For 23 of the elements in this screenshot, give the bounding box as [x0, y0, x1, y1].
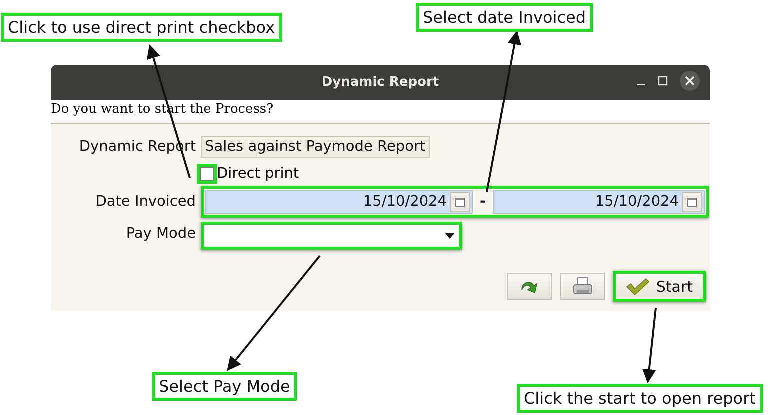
callout-label: Click to use direct print checkbox: [1, 13, 282, 42]
calendar-icon[interactable]: [687, 198, 697, 206]
callout-label: Click the start to open report: [517, 384, 763, 413]
start-button[interactable]: Start: [613, 271, 706, 302]
direct-print-checkbox[interactable]: [200, 167, 214, 181]
checkmark-icon: [626, 278, 650, 296]
date-from-field[interactable]: 15/10/2024: [205, 190, 473, 214]
field-label: Date Invoiced: [94, 194, 196, 210]
printer-icon: [572, 276, 594, 296]
callout-label: Select Pay Mode: [152, 372, 298, 401]
window-title: Dynamic Report: [322, 75, 440, 90]
date-separator: -: [478, 194, 488, 210]
field-label: Pay Mode: [125, 226, 196, 242]
calendar-icon[interactable]: [455, 198, 465, 206]
refresh-button[interactable]: [507, 273, 552, 300]
maximize-icon[interactable]: [658, 76, 668, 86]
print-button[interactable]: [560, 273, 606, 300]
dropdown-caret-icon[interactable]: [445, 233, 455, 239]
checkbox-label: Direct print: [217, 166, 300, 182]
report-name-field: Sales against Paymode Report: [201, 136, 430, 158]
close-icon[interactable]: [680, 71, 700, 91]
callout-label: Select date Invoiced: [416, 3, 593, 32]
date-to-field[interactable]: 15/10/2024: [493, 190, 705, 214]
